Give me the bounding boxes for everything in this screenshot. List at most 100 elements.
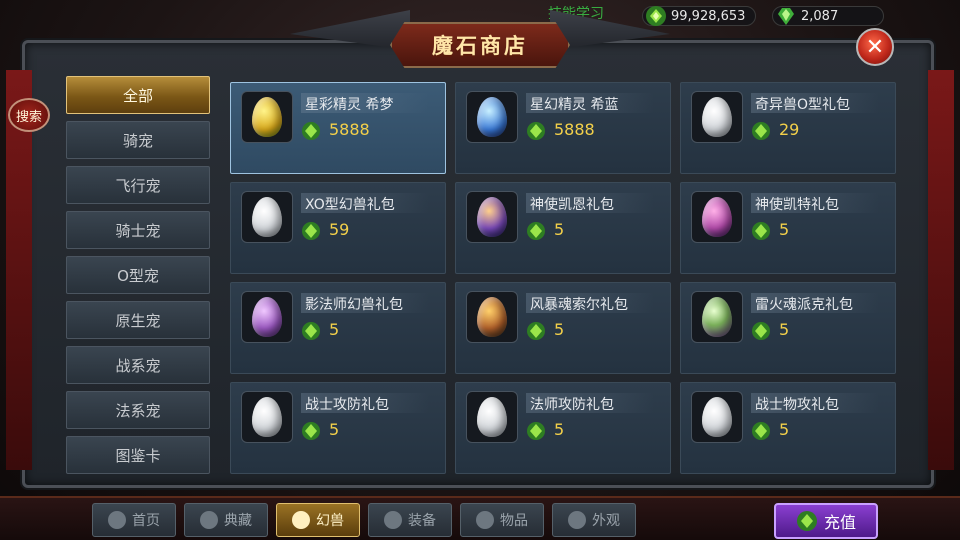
egg-slot	[691, 91, 743, 143]
category-mage-pet[interactable]: 法系宠	[66, 391, 210, 429]
category-label: 飞行宠	[115, 176, 161, 195]
shop-item[interactable]: 神使凯恩礼包 5	[455, 182, 671, 274]
equipment-icon	[384, 511, 402, 529]
item-price: 5888	[329, 120, 370, 139]
shop-item[interactable]: 风暴魂索尔礼包 5	[455, 282, 671, 374]
category-mount-pet[interactable]: 骑宠	[66, 121, 210, 159]
gem-currency-counter: 2,087	[772, 6, 884, 26]
green-gem-icon	[527, 322, 545, 340]
green-gem-icon	[527, 422, 545, 440]
item-price: 5888	[554, 120, 595, 139]
item-price: 59	[329, 220, 350, 239]
egg-slot	[241, 391, 293, 443]
category-list: 全部 骑宠 飞行宠 骑士宠 O型宠 原生宠 战系宠 法系宠 图鉴卡	[66, 76, 210, 481]
white-egg-icon	[477, 397, 507, 437]
shop-item[interactable]: 雷火魂派克礼包 5	[680, 282, 896, 374]
nav-collection[interactable]: 典藏	[184, 503, 268, 537]
item-icon	[476, 511, 494, 529]
nav-label: 外观	[592, 513, 620, 529]
egg-slot	[466, 391, 518, 443]
category-label: 图鉴卡	[115, 446, 161, 465]
green-gem-icon	[752, 222, 770, 240]
green-gem-icon	[796, 511, 817, 531]
egg-slot	[466, 191, 518, 243]
title-plate: 魔石商店	[390, 22, 570, 68]
green-gem-icon	[752, 322, 770, 340]
category-o-type-pet[interactable]: O型宠	[66, 256, 210, 294]
item-name: 星彩精灵 希梦	[305, 97, 394, 113]
golden-egg-icon	[252, 97, 282, 137]
shop-item[interactable]: 奇异兽O型礼包 29	[680, 82, 896, 174]
nav-label: 典藏	[224, 513, 252, 529]
item-price: 5	[554, 220, 565, 239]
nav-appearance[interactable]: 外观	[552, 503, 636, 537]
nav-equipment[interactable]: 装备	[368, 503, 452, 537]
white-egg-icon	[252, 397, 282, 437]
right-banner-decoration	[928, 70, 954, 470]
fire-egg-icon	[477, 297, 507, 337]
item-name: 神使凯恩礼包	[530, 197, 614, 213]
appearance-icon	[568, 511, 586, 529]
item-name: 神使凯特礼包	[755, 197, 839, 213]
shop-item[interactable]: 战士物攻礼包 5	[680, 382, 896, 474]
egg-slot	[691, 391, 743, 443]
green-currency-value: 99,928,653	[671, 8, 746, 24]
egg-slot	[241, 91, 293, 143]
category-label: 战系宠	[115, 356, 161, 375]
shop-item[interactable]: 法师攻防礼包 5	[455, 382, 671, 474]
item-name: 法师攻防礼包	[530, 397, 614, 413]
close-icon: ✕	[865, 34, 885, 60]
white-egg-icon	[702, 397, 732, 437]
category-flying-pet[interactable]: 飞行宠	[66, 166, 210, 204]
shop-item[interactable]: 星彩精灵 希梦 5888	[230, 82, 446, 174]
item-price: 5	[779, 220, 790, 239]
category-card[interactable]: 图鉴卡	[66, 436, 210, 474]
category-label: 法系宠	[115, 401, 161, 420]
collection-icon	[200, 511, 218, 529]
category-warrior-pet[interactable]: 战系宠	[66, 346, 210, 384]
item-grid: 星彩精灵 希梦 5888 星幻精灵 希蓝 5888 奇异兽O型礼包 29 XO型…	[230, 82, 908, 474]
page-title: 魔石商店	[432, 34, 528, 58]
green-gem-icon	[527, 122, 545, 140]
item-name: 风暴魂索尔礼包	[530, 297, 628, 313]
gem-currency-value: 2,087	[801, 8, 839, 24]
violet-egg-icon	[252, 297, 282, 337]
category-label: O型宠	[117, 266, 159, 285]
item-price: 5	[554, 320, 565, 339]
nav-items[interactable]: 物品	[460, 503, 544, 537]
item-name: XO型幻兽礼包	[305, 197, 395, 213]
nav-label: 首页	[132, 513, 160, 529]
green-gem-icon	[302, 422, 320, 440]
nav-beast[interactable]: 幻兽	[276, 503, 360, 537]
item-name: 战士物攻礼包	[755, 397, 839, 413]
green-gem-icon	[646, 6, 666, 26]
green-gem-icon	[302, 122, 320, 140]
egg-slot	[691, 291, 743, 343]
green-purple-egg-icon	[702, 297, 732, 337]
shop-item[interactable]: 影法师幻兽礼包 5	[230, 282, 446, 374]
close-button[interactable]: ✕	[856, 28, 894, 66]
shop-item[interactable]: XO型幻兽礼包 59	[230, 182, 446, 274]
item-price: 5	[554, 420, 565, 439]
category-native-pet[interactable]: 原生宠	[66, 301, 210, 339]
recharge-button[interactable]: 充值	[774, 503, 878, 539]
search-label: 搜索	[15, 109, 42, 125]
green-gem-icon	[752, 422, 770, 440]
shop-item[interactable]: 神使凯特礼包 5	[680, 182, 896, 274]
beast-icon	[292, 511, 310, 529]
category-label: 骑士宠	[115, 221, 161, 240]
purple-galaxy-egg-icon	[477, 197, 507, 237]
green-gem-icon	[302, 322, 320, 340]
gem-icon	[778, 8, 794, 25]
nav-home[interactable]: 首页	[92, 503, 176, 537]
category-label: 全部	[122, 86, 153, 105]
home-icon	[108, 511, 126, 529]
shop-item[interactable]: 星幻精灵 希蓝 5888	[455, 82, 671, 174]
white-egg-icon	[702, 97, 732, 137]
search-button[interactable]: 搜索	[8, 98, 50, 132]
category-all[interactable]: 全部	[66, 76, 210, 114]
category-knight-pet[interactable]: 骑士宠	[66, 211, 210, 249]
item-price: 5	[329, 320, 340, 339]
shop-item[interactable]: 战士攻防礼包 5	[230, 382, 446, 474]
blue-crystal-egg-icon	[477, 97, 507, 137]
